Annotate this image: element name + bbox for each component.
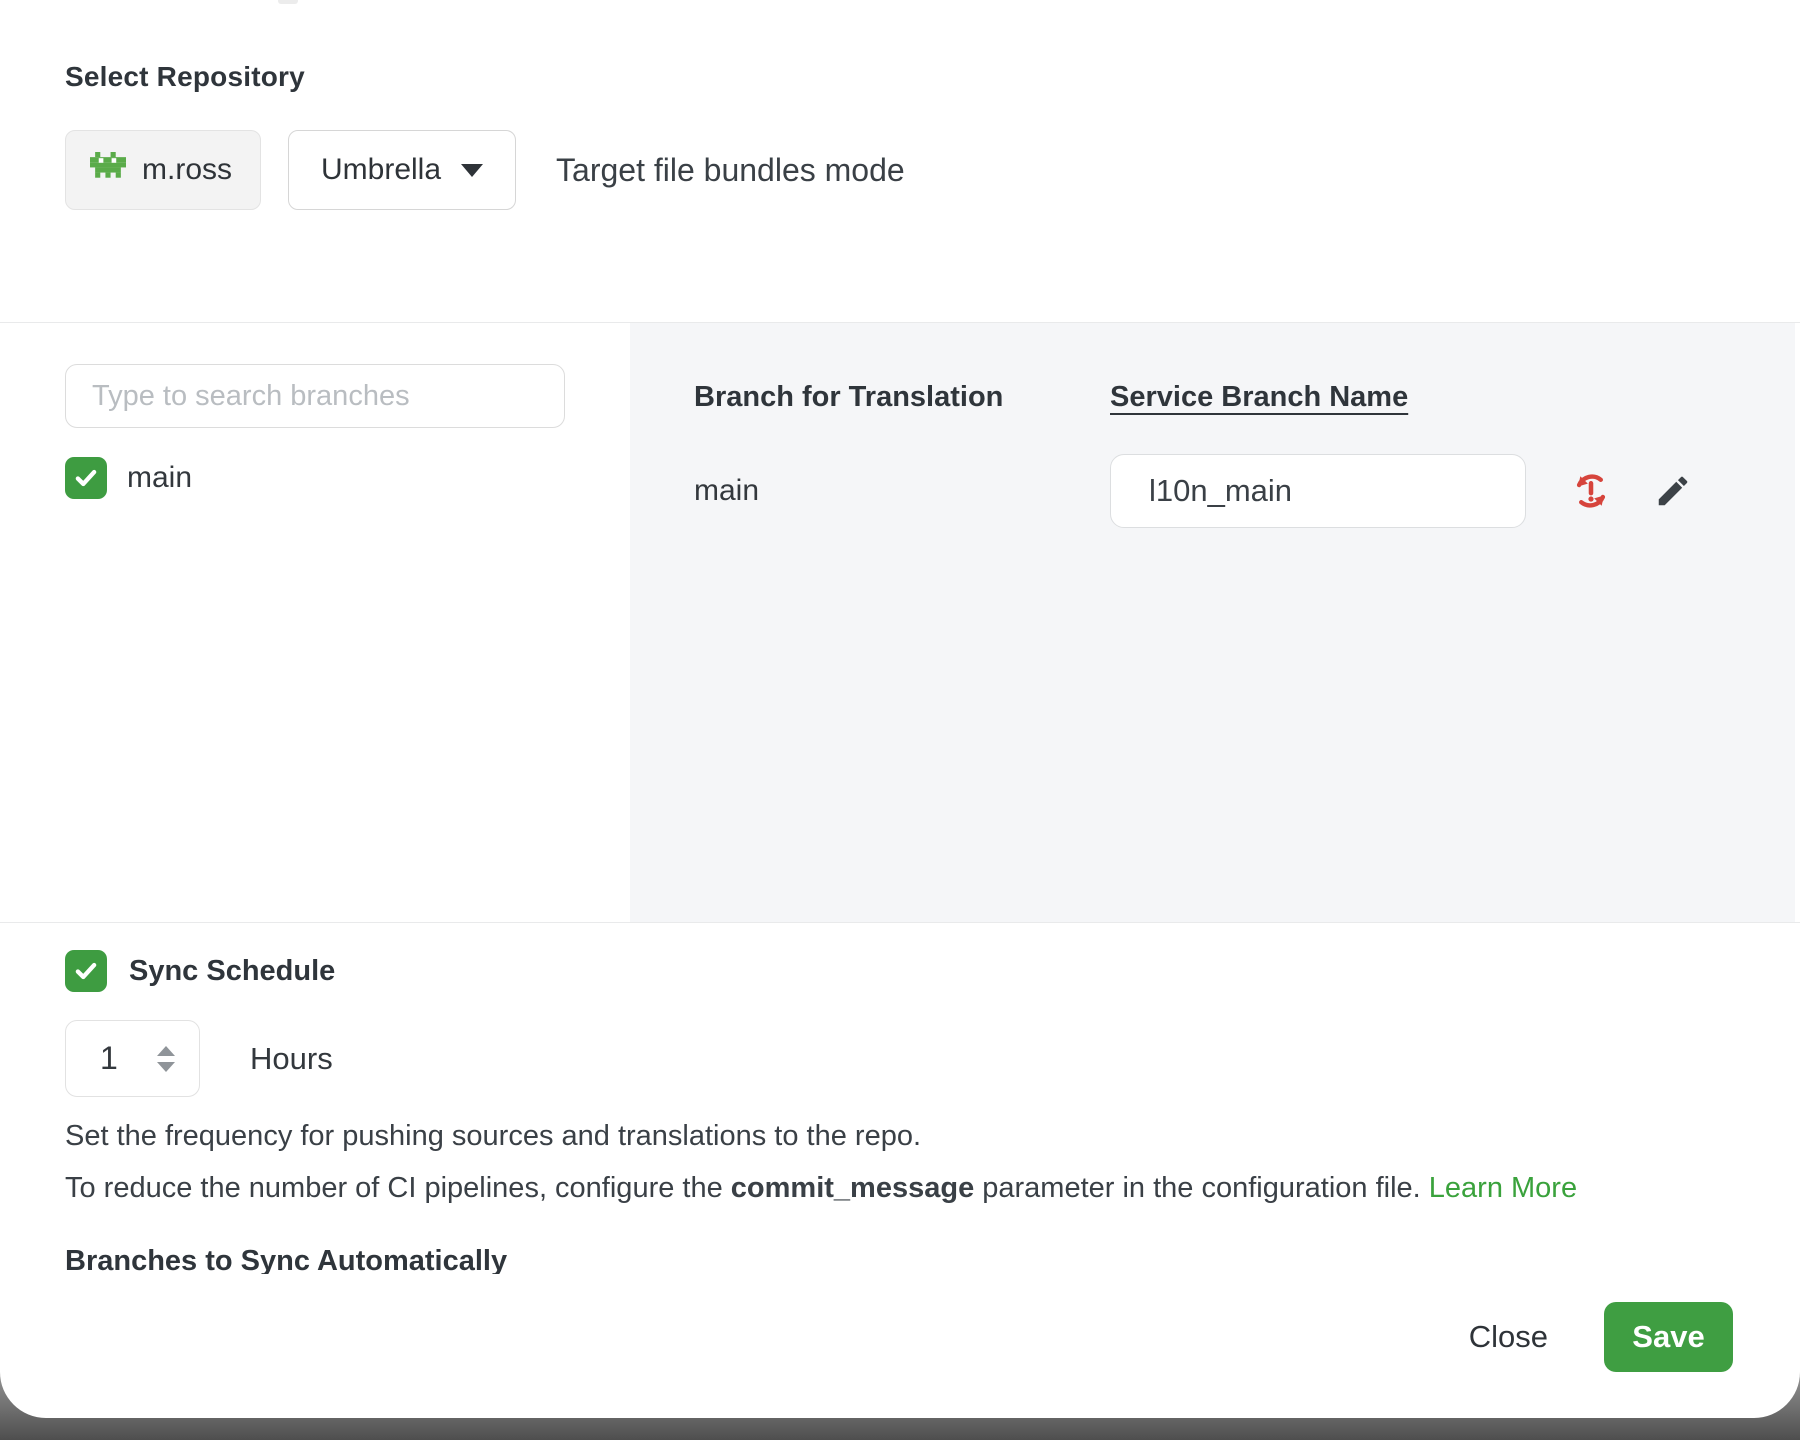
repository-settings-modal: Select Repository bbox=[0, 0, 1800, 1418]
service-branch-name-input[interactable] bbox=[1110, 454, 1526, 528]
sync-schedule-section: Sync Schedule 1 Hours Set the frequency … bbox=[0, 922, 1800, 1417]
interval-row: 1 Hours bbox=[65, 1020, 1800, 1097]
chevron-down-icon bbox=[461, 164, 483, 177]
service-branch-row: main bbox=[694, 454, 1795, 528]
commit-message-param: commit_message bbox=[731, 1172, 974, 1204]
sync-warning-icon[interactable] bbox=[1570, 470, 1612, 512]
repository-name: m.ross bbox=[142, 153, 232, 187]
branches-to-sync-title: Branches to Sync Automatically bbox=[65, 1247, 1800, 1274]
branch-for-translation-header: Branch for Translation bbox=[694, 381, 1110, 414]
ci-note-suffix: parameter in the configuration file. bbox=[974, 1172, 1429, 1204]
sync-schedule-checkbox[interactable] bbox=[65, 950, 107, 992]
frequency-description: Set the frequency for pushing sources an… bbox=[65, 1119, 1800, 1153]
checkmark-icon bbox=[73, 465, 99, 491]
branch-checkbox-label: main bbox=[127, 461, 192, 495]
service-branch-name-header[interactable]: Service Branch Name bbox=[1110, 381, 1408, 414]
interval-value: 1 bbox=[100, 1040, 118, 1077]
interval-unit-label: Hours bbox=[250, 1041, 333, 1077]
target-mode-text: Target file bundles mode bbox=[556, 152, 905, 189]
branch-search-panel: main bbox=[0, 323, 630, 922]
branches-section: main Branch for Translation Service Bran… bbox=[0, 322, 1800, 922]
cropped-element-fragment bbox=[278, 0, 298, 4]
organization-dropdown[interactable]: Umbrella bbox=[288, 130, 516, 210]
organization-dropdown-value: Umbrella bbox=[321, 153, 441, 187]
edit-pencil-icon[interactable] bbox=[1654, 472, 1692, 510]
branch-list-item: main bbox=[65, 457, 630, 499]
ci-note-line: To reduce the number of CI pipelines, co… bbox=[65, 1171, 1800, 1205]
repo-identicon-icon bbox=[90, 152, 126, 188]
repository-chip[interactable]: m.ross bbox=[65, 130, 261, 210]
checkmark-icon bbox=[73, 958, 99, 984]
select-repository-title: Select Repository bbox=[65, 60, 1800, 94]
stepper-arrows-icon bbox=[157, 1046, 175, 1072]
close-button[interactable]: Close bbox=[1445, 1319, 1572, 1355]
sync-schedule-row: Sync Schedule bbox=[65, 950, 1800, 992]
repository-section: Select Repository bbox=[0, 0, 1800, 322]
modal-footer: Close Save bbox=[0, 1302, 1800, 1372]
interval-stepper[interactable]: 1 bbox=[65, 1020, 200, 1097]
save-button[interactable]: Save bbox=[1604, 1302, 1733, 1372]
branch-checkbox[interactable] bbox=[65, 457, 107, 499]
branch-name-cell: main bbox=[694, 474, 1110, 508]
service-branch-panel: Branch for Translation Service Branch Na… bbox=[630, 323, 1795, 922]
service-branch-headers: Branch for Translation Service Branch Na… bbox=[694, 381, 1795, 414]
branch-search-input[interactable] bbox=[65, 364, 565, 428]
learn-more-link[interactable]: Learn More bbox=[1429, 1172, 1577, 1204]
sync-schedule-label: Sync Schedule bbox=[129, 955, 335, 988]
repository-row: m.ross Umbrella Target file bundles mode bbox=[65, 130, 1800, 210]
ci-note-prefix: To reduce the number of CI pipelines, co… bbox=[65, 1172, 731, 1204]
